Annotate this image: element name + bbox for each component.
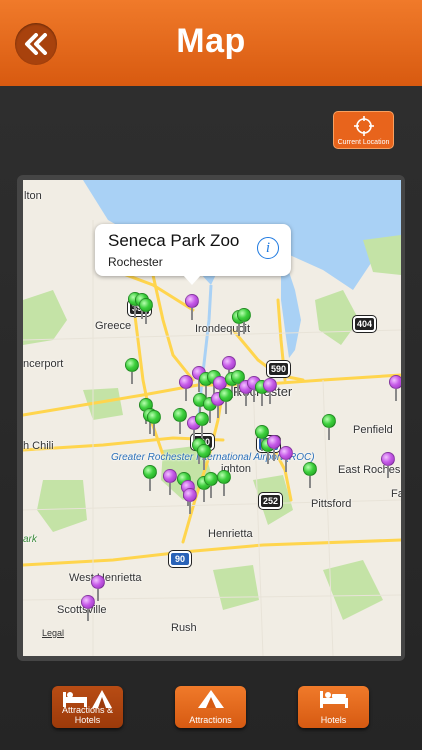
map-view[interactable]: lton Greece Irondequoit ncerport Rochest…: [23, 180, 401, 656]
place-label-henrietta: Henrietta: [208, 528, 253, 540]
map-pin-purple[interactable]: [279, 446, 293, 472]
place-label-hilton: lton: [24, 190, 42, 202]
place-label-west-henrietta: West Henrietta: [69, 572, 142, 584]
header-bar: Map: [0, 0, 422, 86]
map-callout[interactable]: Seneca Park Zoo Rochester i: [95, 224, 291, 285]
map-pin-green[interactable]: [204, 472, 218, 498]
map-pin-purple[interactable]: [163, 469, 177, 495]
map-pin-purple[interactable]: [263, 378, 277, 404]
map-pin-green[interactable]: [219, 388, 233, 414]
tab-hotels[interactable]: Hotels: [298, 686, 369, 728]
route-shield-404: 404: [353, 316, 377, 332]
place-label-pittsford: Pittsford: [311, 498, 352, 510]
place-label-east-rochester: East Roches: [338, 464, 401, 476]
tab-label: Attractions & Hotels: [61, 705, 114, 725]
map-pin-purple[interactable]: [81, 595, 95, 621]
map-pin-green[interactable]: [143, 465, 157, 491]
tab-attractions-and-hotels[interactable]: Attractions & Hotels: [52, 686, 123, 728]
crosshair-icon: [354, 116, 374, 136]
route-shield-252: 252: [259, 493, 283, 509]
map-pin-green[interactable]: [173, 408, 187, 434]
place-label-greece: Greece: [95, 320, 132, 332]
map-pin-green[interactable]: [303, 462, 317, 488]
map-pin-purple[interactable]: [179, 375, 193, 401]
callout-title: Seneca Park Zoo: [108, 231, 240, 250]
map-pin-green[interactable]: [197, 444, 211, 470]
place-label-spencerport: ncerport: [23, 358, 64, 370]
tab-attractions[interactable]: Attractions: [175, 686, 246, 728]
map-pin-purple[interactable]: [381, 452, 395, 478]
legal-link[interactable]: Legal: [42, 628, 64, 638]
map-pin-purple[interactable]: [267, 435, 281, 461]
map-pin-green[interactable]: [237, 308, 251, 334]
place-label-north-chili: h Chili: [23, 440, 54, 452]
map-pin-green[interactable]: [195, 412, 209, 438]
current-location-button[interactable]: Current Location: [333, 111, 394, 149]
place-label-irondequoit: Irondequoit: [195, 323, 251, 335]
route-shield-590: 590: [267, 361, 291, 377]
bed-icon: [298, 689, 369, 709]
map-pin-green[interactable]: [217, 470, 231, 496]
map-pin-green[interactable]: [147, 410, 161, 436]
map-pin-purple[interactable]: [185, 294, 199, 320]
tent-icon: [175, 689, 246, 709]
map-pin-purple[interactable]: [91, 575, 105, 601]
map-pin-green[interactable]: [125, 358, 139, 384]
place-label-fairport: Fa: [391, 488, 401, 500]
map-pin-purple[interactable]: [183, 488, 197, 514]
info-button[interactable]: i: [257, 237, 279, 259]
route-shield-90: 90: [169, 551, 191, 567]
current-location-label: Current Location: [337, 139, 390, 146]
place-label-park: ark: [23, 534, 37, 545]
map-pin-green[interactable]: [139, 298, 153, 324]
page-title: Map: [176, 22, 246, 60]
place-label-airport: Greater Rochester International Airport …: [111, 452, 315, 463]
tab-label: Attractions: [189, 715, 232, 725]
place-label-rush: Rush: [171, 622, 197, 634]
callout-subtitle: Rochester: [108, 255, 163, 269]
place-label-penfield: Penfield: [353, 424, 393, 436]
tab-label: Hotels: [320, 715, 347, 725]
map-pin-green[interactable]: [322, 414, 336, 440]
map-pin-purple[interactable]: [389, 375, 401, 401]
